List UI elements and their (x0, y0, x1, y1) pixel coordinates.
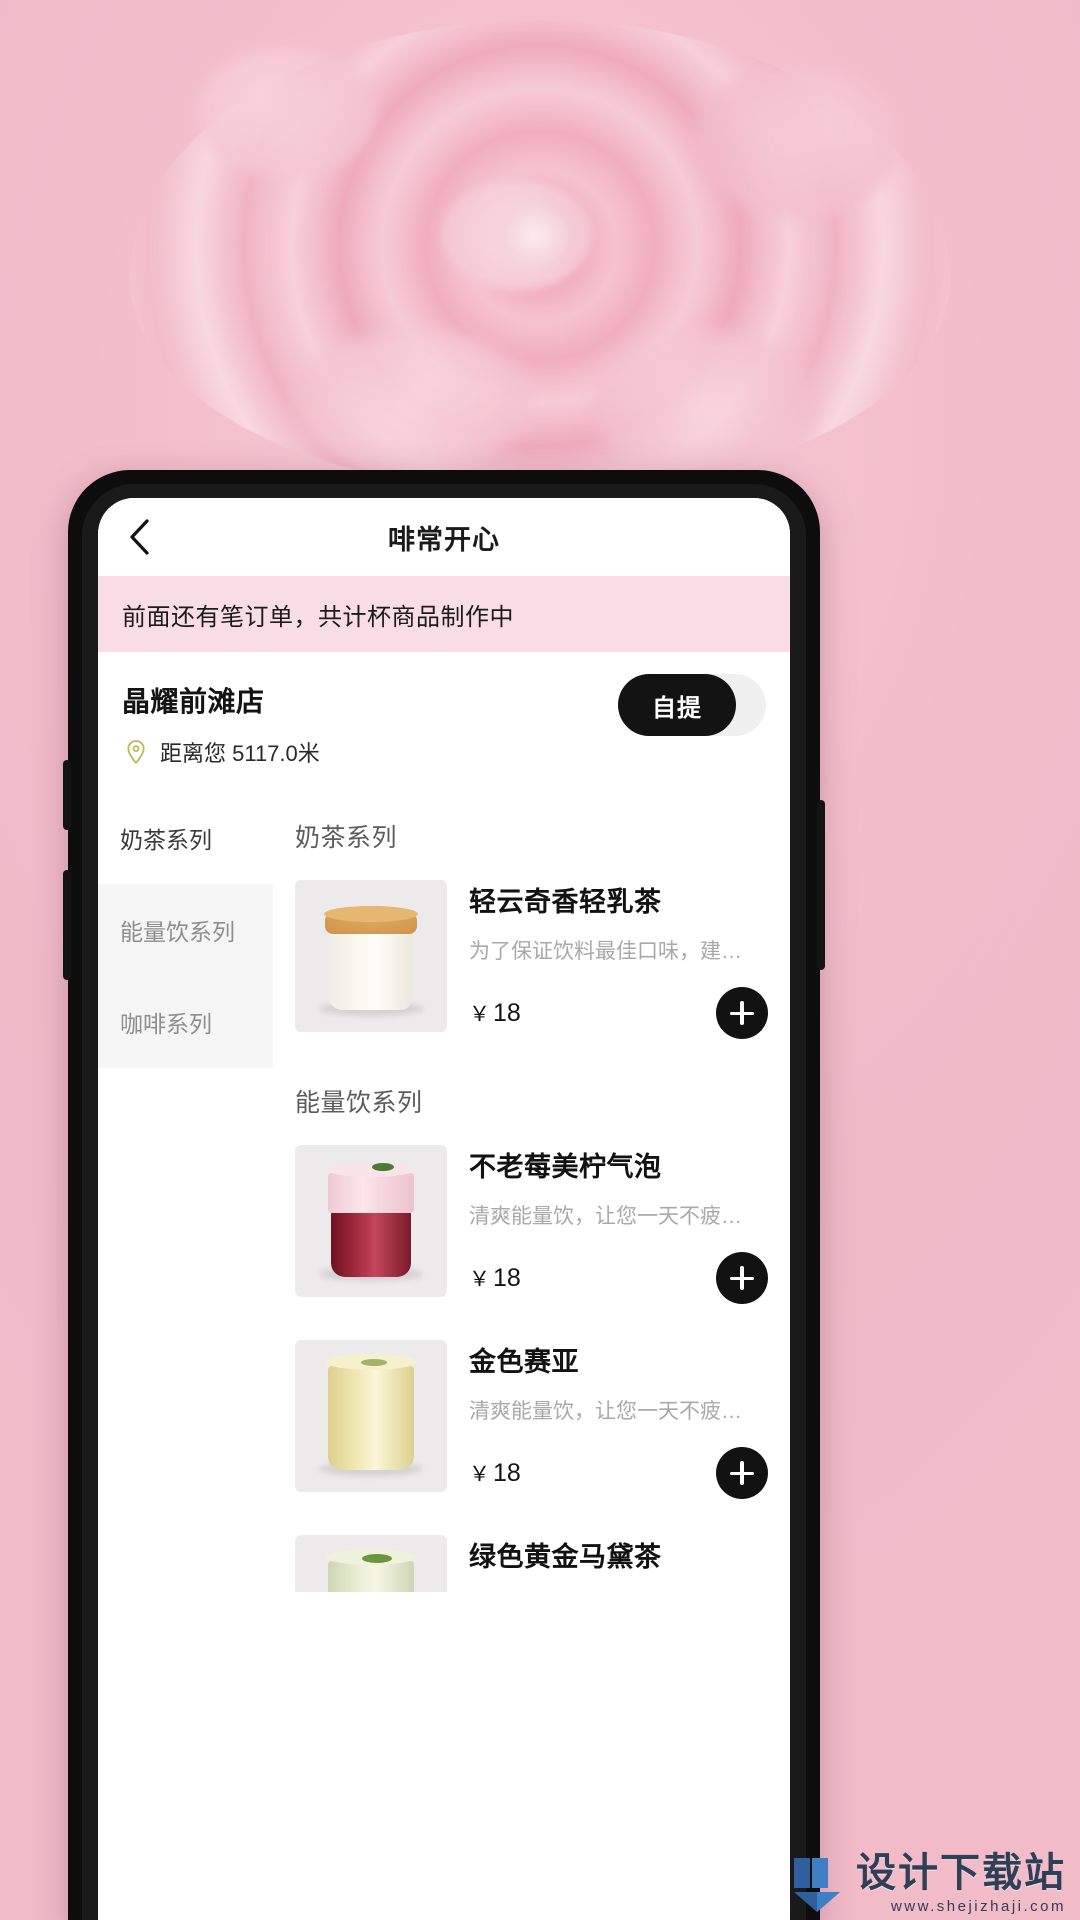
watermark-title: 设计下载站 (856, 1851, 1066, 1895)
product-thumbnail (295, 880, 447, 1032)
product-body: 不老莓美柠气泡 清爽能量饮，让您一天不疲… ￥ 18 (469, 1145, 768, 1304)
product-body: 轻云奇香轻乳茶 为了保证饮料最佳口味，建… ￥ 18 (469, 880, 768, 1039)
product-item[interactable]: 绿色黄金马黛茶 (273, 1517, 790, 1592)
product-footer: ￥ 18 (469, 987, 768, 1039)
location-pin-icon (127, 740, 145, 765)
sidebar-item-label: 咖啡系列 (120, 1011, 212, 1037)
pickup-option-button[interactable]: 自提 (618, 674, 736, 736)
app-navbar: 啡常开心 (98, 498, 790, 576)
product-name: 金色赛亚 (469, 1347, 579, 1377)
currency-symbol: ￥ (469, 1003, 490, 1026)
product-body: 绿色黄金马黛茶 (469, 1535, 768, 1574)
add-to-cart-button[interactable] (716, 987, 768, 1039)
product-description: 清爽能量饮，让您一天不疲… (469, 1400, 742, 1423)
price-value: 18 (493, 1264, 521, 1292)
currency-symbol: ￥ (469, 1463, 490, 1486)
phone-screen: 啡常开心 前面还有笔订单，共计杯商品制作中 晶耀前滩店 距离您 5117.0米 (98, 498, 790, 1920)
order-queue-notice: 前面还有笔订单，共计杯商品制作中 (98, 576, 790, 652)
price-value: 18 (493, 1459, 521, 1487)
product-thumbnail (295, 1535, 447, 1592)
store-section: 晶耀前滩店 距离您 5117.0米 自提 (98, 652, 790, 792)
back-button[interactable] (116, 514, 162, 560)
product-item[interactable]: 轻云奇香轻乳茶 为了保证饮料最佳口味，建… ￥ 18 (273, 862, 790, 1057)
store-distance-text: 距离您 5117.0米 (160, 741, 320, 766)
product-group-title: 能量饮系列 (295, 1089, 423, 1117)
store-distance-row[interactable]: 距离您 5117.0米 (122, 736, 766, 768)
product-price: ￥ 18 (469, 1263, 521, 1293)
product-group-title: 奶茶系列 (295, 824, 398, 852)
product-name: 绿色黄金马黛茶 (469, 1542, 662, 1572)
currency-symbol: ￥ (469, 1268, 490, 1291)
product-body: 金色赛亚 清爽能量饮，让您一天不疲… ￥ 18 (469, 1340, 768, 1499)
page-title: 啡常开心 (388, 524, 500, 555)
add-to-cart-button[interactable] (716, 1252, 768, 1304)
phone-side-button-right (817, 800, 825, 970)
watermark: 设计下载站 www.shejizhaji.com (790, 1853, 1066, 1914)
watermark-url: www.shejizhaji.com (890, 1898, 1066, 1915)
chevron-left-icon (130, 519, 149, 555)
product-footer: ￥ 18 (469, 1252, 768, 1304)
pickup-option-label: 自提 (652, 694, 702, 722)
sidebar-item-coffee[interactable]: 咖啡系列 (98, 976, 273, 1068)
sidebar-item-energy-drink[interactable]: 能量饮系列 (98, 884, 273, 976)
price-value: 18 (493, 999, 521, 1027)
phone-side-button-left-upper (63, 760, 71, 830)
product-thumbnail (295, 1145, 447, 1297)
product-footer: ￥ 18 (469, 1447, 768, 1499)
product-description: 清爽能量饮，让您一天不疲… (469, 1205, 742, 1228)
watermark-text: 设计下载站 www.shejizhaji.com (856, 1853, 1066, 1914)
phone-side-button-left-lower (63, 870, 71, 980)
product-price: ￥ 18 (469, 998, 521, 1028)
product-item[interactable]: 不老莓美柠气泡 清爽能量饮，让您一天不疲… ￥ 18 (273, 1127, 790, 1322)
product-thumbnail (295, 1340, 447, 1492)
product-list[interactable]: 奶茶系列 轻云奇香轻乳茶 为了保证饮料最佳口味，建… ￥ 18 能量饮系列 不老… (273, 792, 790, 1592)
category-sidebar: 奶茶系列 能量饮系列 咖啡系列 (98, 792, 273, 1592)
product-name: 不老莓美柠气泡 (469, 1152, 662, 1182)
sidebar-item-label: 能量饮系列 (120, 919, 235, 945)
menu-content: 奶茶系列 能量饮系列 咖啡系列 奶茶系列 轻云奇香轻乳茶 为了保证饮料最佳口味，… (98, 792, 790, 1592)
sidebar-item-label: 奶茶系列 (120, 827, 212, 853)
phone-mockup: 啡常开心 前面还有笔订单，共计杯商品制作中 晶耀前滩店 距离您 5117.0米 (63, 470, 825, 1920)
order-queue-notice-text: 前面还有笔订单，共计杯商品制作中 (122, 603, 514, 631)
fulfillment-toggle[interactable]: 自提 (618, 674, 766, 736)
product-item[interactable]: 金色赛亚 清爽能量饮，让您一天不疲… ￥ 18 (273, 1322, 790, 1517)
product-name: 轻云奇香轻乳茶 (469, 887, 662, 917)
download-arrow-logo-icon (794, 1858, 840, 1912)
sidebar-item-milk-tea[interactable]: 奶茶系列 (98, 792, 273, 884)
product-price: ￥ 18 (469, 1458, 521, 1488)
product-description: 为了保证饮料最佳口味，建… (469, 940, 742, 963)
add-to-cart-button[interactable] (716, 1447, 768, 1499)
